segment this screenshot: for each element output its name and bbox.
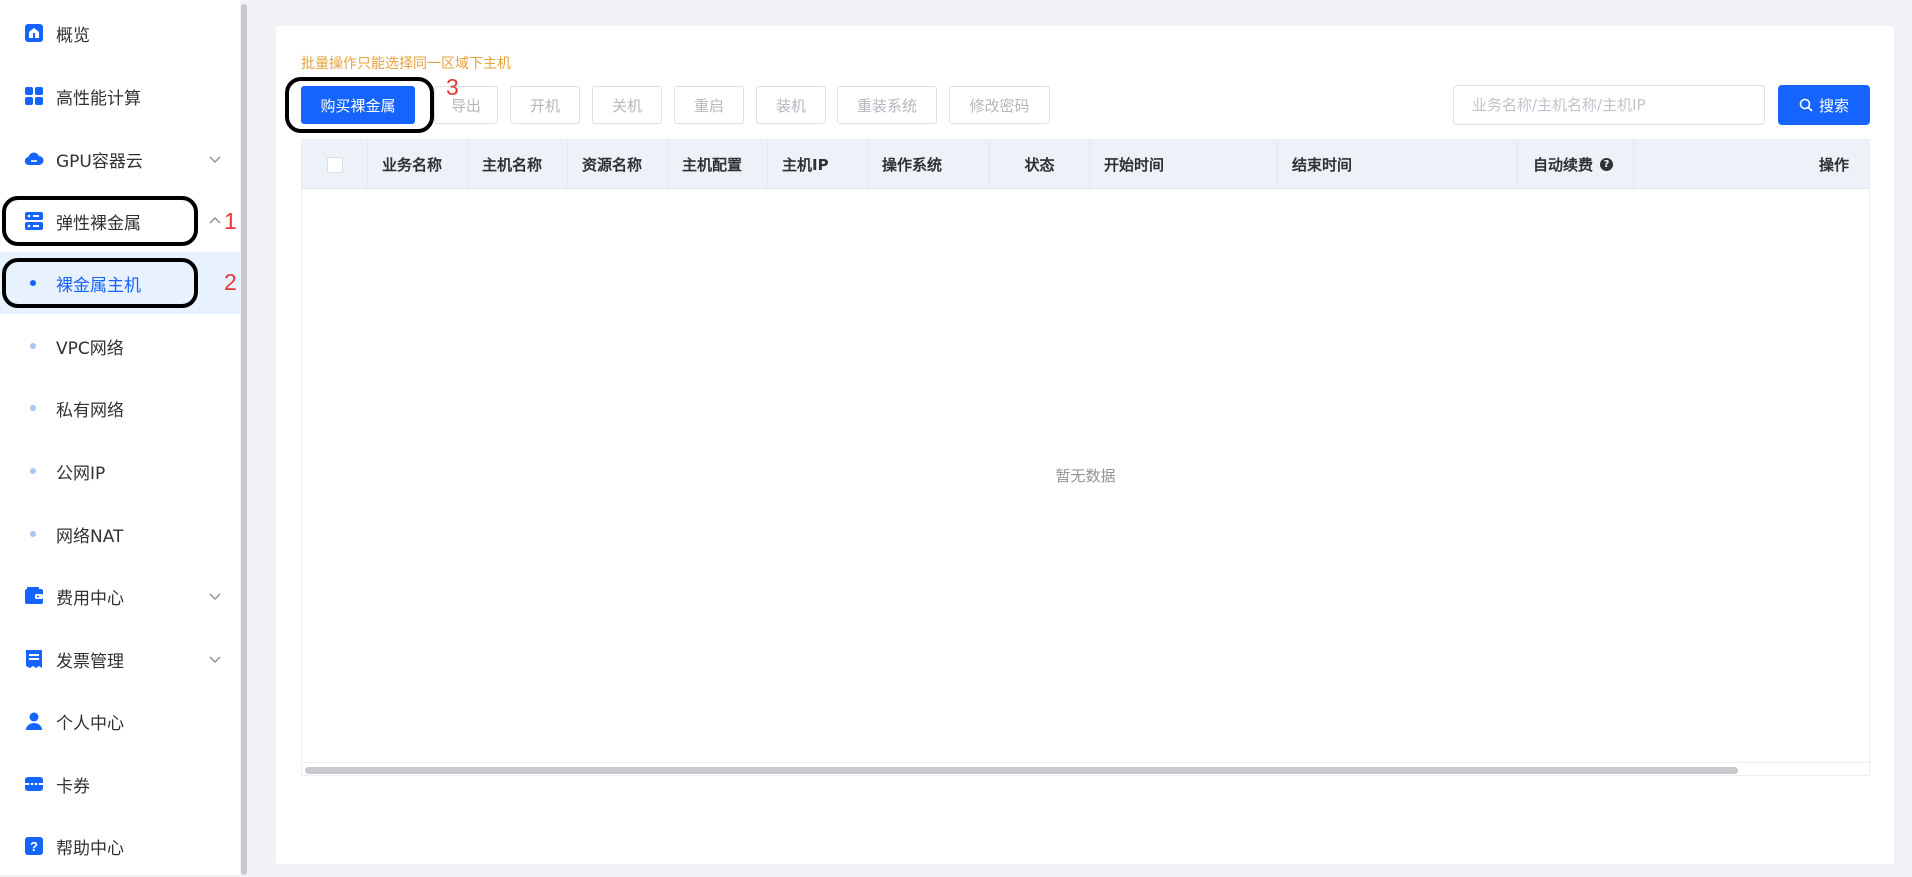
power-on-button[interactable]: 开机 (510, 86, 580, 124)
sidebar-item-bare-metal[interactable]: 弹性裸金属 (0, 190, 248, 252)
sidebar-item-label: 发票管理 (56, 651, 124, 672)
restart-button[interactable]: 重启 (674, 86, 744, 124)
select-all-checkbox[interactable] (326, 156, 343, 173)
home-icon (23, 22, 45, 44)
change-password-button[interactable]: 修改密码 (949, 86, 1050, 124)
column-header[interactable]: 主机IP (768, 140, 868, 189)
sidebar-item-label: 费用中心 (56, 588, 124, 609)
chevron-down-icon (209, 593, 221, 601)
sidebar-item-invoice[interactable]: 发票管理 (0, 628, 248, 690)
chevron-down-icon (209, 156, 221, 164)
chevron-down-icon (209, 656, 221, 664)
bullet-icon (30, 531, 36, 537)
select-all-cell (302, 140, 368, 189)
wallet-icon (23, 585, 45, 607)
sidebar-item-hpc[interactable]: 高性能计算 (0, 65, 248, 127)
bullet-icon (30, 343, 36, 349)
user-icon (23, 710, 45, 732)
table-header: 业务名称 主机名称 资源名称 主机配置 主机IP 操作系统 状态 开始时间 结束… (302, 140, 1869, 189)
column-header[interactable]: 操作系统 (868, 140, 990, 189)
question-icon[interactable]: ? (1600, 158, 1613, 171)
sidebar-item-bare-metal-host[interactable]: 裸金属主机 (0, 252, 248, 314)
search-button[interactable]: 搜索 (1778, 85, 1870, 125)
hosts-table: 业务名称 主机名称 资源名称 主机配置 主机IP 操作系统 状态 开始时间 结束… (301, 139, 1870, 776)
server-icon (23, 210, 45, 232)
column-header[interactable]: 结束时间 (1278, 140, 1518, 189)
help-icon: ? (23, 835, 45, 857)
bullet-icon (30, 280, 36, 286)
sidebar-item-vpc[interactable]: VPC网络 (0, 315, 248, 377)
invoice-icon (23, 648, 45, 670)
search-input[interactable] (1453, 85, 1765, 125)
sidebar-item-label: 个人中心 (56, 713, 124, 734)
svg-text:?: ? (30, 839, 38, 854)
coupon-icon (23, 773, 45, 795)
search-icon (1799, 98, 1813, 112)
batch-notice: 批量操作只能选择同一区域下主机 (301, 56, 511, 72)
export-button[interactable]: 导出 (434, 86, 498, 124)
annotation-number-2: 2 (224, 269, 237, 295)
chevron-up-icon (209, 216, 221, 224)
auto-renew-column-header[interactable]: 自动续费 ? (1518, 140, 1634, 189)
sidebar-item-help[interactable]: ? 帮助中心 (0, 815, 248, 877)
sidebar-item-nat[interactable]: 网络NAT (0, 503, 248, 565)
empty-state: 暂无数据 (1055, 467, 1116, 485)
reinstall-button[interactable]: 重装系统 (837, 86, 937, 124)
sidebar-item-label: VPC网络 (56, 338, 124, 359)
sidebar-item-label: 网络NAT (56, 526, 124, 547)
bullet-icon (30, 405, 36, 411)
sidebar-item-label: 帮助中心 (56, 838, 124, 859)
column-header[interactable]: 操作 (1634, 140, 1869, 189)
scrollbar-thumb[interactable] (241, 4, 247, 875)
sidebar-item-label: 弹性裸金属 (56, 213, 141, 234)
sidebar-item-label: GPU容器云 (56, 151, 143, 172)
column-header[interactable]: 开始时间 (1090, 140, 1278, 189)
sidebar-item-label: 私有网络 (56, 400, 124, 421)
column-header[interactable]: 业务名称 (368, 140, 468, 189)
bullet-icon (30, 468, 36, 474)
cloud-icon (23, 148, 45, 170)
sidebar-item-private-network[interactable]: 私有网络 (0, 377, 248, 439)
sidebar-scrollbar[interactable] (240, 0, 248, 875)
sidebar-item-coupon[interactable]: 卡券 (0, 753, 248, 815)
column-header[interactable]: 资源名称 (568, 140, 668, 189)
column-header[interactable]: 状态 (990, 140, 1090, 189)
column-header-label: 自动续费 (1532, 156, 1593, 174)
sidebar: 概览 高性能计算 GPU容器云 弹性裸金属 裸金属主机 VPC网络 私有网络 公… (0, 0, 248, 875)
search-button-label: 搜索 (1818, 96, 1849, 115)
grid-icon (23, 85, 45, 107)
sidebar-item-label: 裸金属主机 (56, 275, 141, 296)
install-button[interactable]: 装机 (756, 86, 826, 124)
sidebar-item-public-ip[interactable]: 公网IP (0, 440, 248, 502)
table-horizontal-scrollbar[interactable] (302, 762, 1869, 776)
sidebar-item-label: 卡券 (56, 776, 90, 797)
scrollbar-thumb[interactable] (305, 767, 1738, 774)
sidebar-item-label: 高性能计算 (56, 88, 141, 109)
sidebar-item-billing[interactable]: 费用中心 (0, 565, 248, 627)
annotation-number-1: 1 (224, 208, 237, 234)
annotation-number-3: 3 (446, 74, 459, 100)
buy-bare-metal-button[interactable]: 购买裸金属 (301, 86, 415, 124)
sidebar-item-profile[interactable]: 个人中心 (0, 690, 248, 752)
sidebar-item-label: 概览 (56, 25, 90, 46)
sidebar-item-label: 公网IP (56, 463, 106, 484)
sidebar-item-gpu-cloud[interactable]: GPU容器云 (0, 128, 248, 190)
power-off-button[interactable]: 关机 (592, 86, 662, 124)
column-header[interactable]: 主机名称 (468, 140, 568, 189)
column-header[interactable]: 主机配置 (668, 140, 768, 189)
sidebar-item-overview[interactable]: 概览 (0, 2, 248, 64)
